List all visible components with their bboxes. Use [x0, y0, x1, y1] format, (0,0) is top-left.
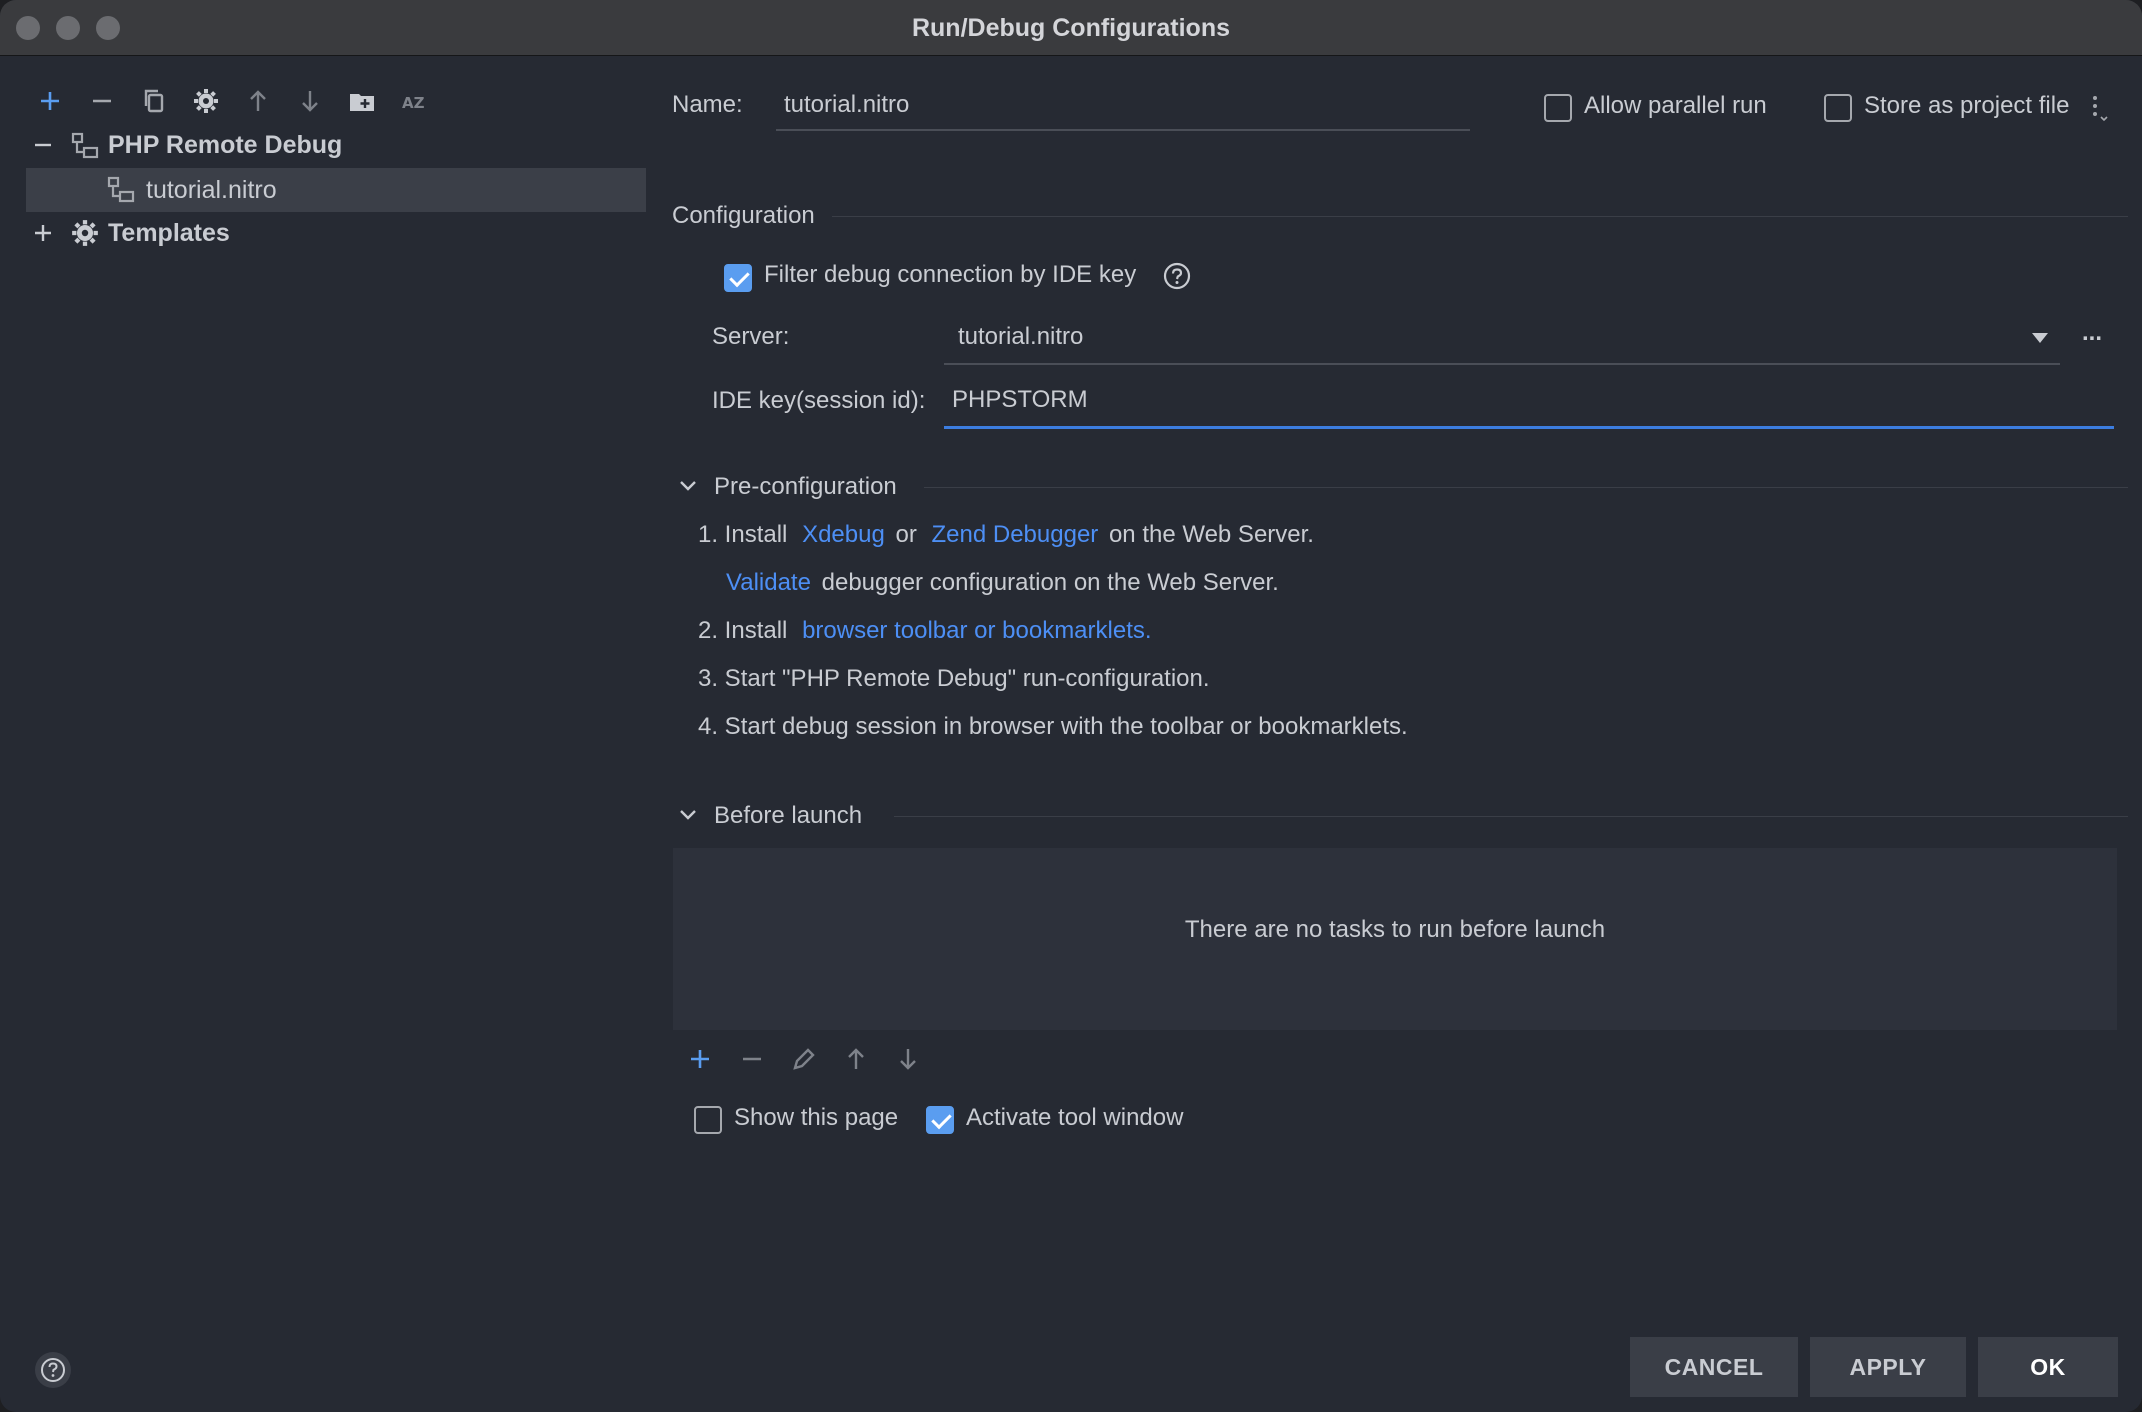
configuration-separator: [832, 216, 2128, 217]
collapse-icon[interactable]: [31, 133, 55, 157]
preconfig-step-2: 2. Install browser toolbar or bookmarkle…: [698, 617, 1152, 645]
before-launch-separator: [894, 816, 2128, 817]
configuration-title: Configuration: [672, 202, 815, 229]
ok-button[interactable]: OK: [1978, 1337, 2118, 1397]
sort-alpha-icon[interactable]: AZ: [396, 83, 432, 119]
apply-button[interactable]: APPLY: [1810, 1337, 1966, 1397]
add-icon[interactable]: [32, 83, 68, 119]
tree-group-php-remote-debug[interactable]: PHP Remote Debug: [0, 123, 650, 167]
before-launch-chevron-down-icon[interactable]: [678, 807, 698, 823]
more-options-icon[interactable]: [2090, 93, 2110, 123]
svg-text:AZ: AZ: [402, 94, 425, 112]
filter-ide-key-checkbox[interactable]: [724, 264, 752, 292]
move-down-icon[interactable]: [292, 83, 328, 119]
name-field-value: tutorial.nitro: [784, 91, 910, 118]
filter-ide-key-label: Filter debug connection by IDE key: [764, 261, 1137, 288]
templates-gear-icon: [72, 220, 98, 246]
before-launch-title: Before launch: [714, 802, 863, 829]
configuration-editor: Name: tutorial.nitro Allow parallel run …: [650, 57, 2142, 1412]
name-field[interactable]: tutorial.nitro: [776, 81, 1470, 131]
window-title: Run/Debug Configurations: [911, 14, 1231, 42]
cancel-button[interactable]: CANCEL: [1630, 1337, 1798, 1397]
empty-tasks-text: There are no tasks to run before launch: [1184, 916, 1606, 943]
preconfig-chevron-down-icon[interactable]: [678, 478, 698, 494]
move-up-icon[interactable]: [240, 83, 276, 119]
xdebug-link[interactable]: Xdebug: [802, 521, 885, 548]
php-remote-debug-icon: [71, 132, 99, 159]
preconfig-step-1: 1. Install Xdebug or Zend Debugger on th…: [698, 521, 1314, 549]
settings-icon[interactable]: [188, 83, 224, 119]
remove-task-icon[interactable]: [738, 1045, 766, 1073]
run-debug-dialog: Run/Debug Configurations AZ PHP Remote D…: [0, 0, 2142, 1412]
new-folder-icon[interactable]: [344, 83, 380, 119]
preconfig-step-3: 3. Start "PHP Remote Debug" run-configur…: [698, 665, 1210, 692]
ide-key-label: IDE key(session id):: [712, 387, 926, 414]
preconfig-title: Pre-configuration: [714, 473, 897, 500]
move-task-up-icon[interactable]: [842, 1045, 870, 1073]
add-task-icon[interactable]: [686, 1045, 714, 1073]
edit-task-icon[interactable]: [790, 1045, 818, 1073]
activate-tool-window-label: Activate tool window: [966, 1104, 1184, 1131]
preconfig-separator: [924, 487, 2128, 488]
ide-key-field[interactable]: PHPSTORM: [944, 373, 2114, 429]
tree-group-templates[interactable]: Templates: [0, 211, 650, 255]
tree-item-tutorial-nitro[interactable]: tutorial.nitro: [26, 168, 646, 212]
server-select[interactable]: tutorial.nitro: [944, 311, 2060, 365]
expand-icon[interactable]: [31, 221, 55, 245]
tree-item-label: tutorial.nitro: [146, 175, 277, 204]
activate-tool-window-checkbox[interactable]: [926, 1106, 954, 1134]
ide-key-value: PHPSTORM: [952, 385, 1088, 413]
zend-debugger-link[interactable]: Zend Debugger: [932, 521, 1099, 548]
tree-group-label: PHP Remote Debug: [108, 130, 343, 159]
browser-toolbar-link[interactable]: browser toolbar or bookmarklets.: [802, 617, 1151, 644]
title-bar: Run/Debug Configurations: [0, 0, 2142, 56]
store-project-label: Store as project file: [1864, 92, 2070, 119]
preconfig-step-4: 4. Start debug session in browser with t…: [698, 713, 1408, 740]
remove-icon[interactable]: [84, 83, 120, 119]
name-label: Name:: [672, 91, 743, 118]
configurations-sidebar: AZ PHP Remote Debug tutorial.nitro Templ…: [0, 57, 650, 1412]
show-page-checkbox[interactable]: [694, 1106, 722, 1134]
filter-help-icon[interactable]: [1162, 261, 1192, 291]
allow-parallel-label: Allow parallel run: [1584, 92, 1767, 119]
help-icon[interactable]: [34, 1351, 72, 1389]
server-browse-button[interactable]: ...: [2082, 319, 2102, 347]
step2-prefix: 2. Install: [698, 617, 788, 644]
store-project-checkbox[interactable]: [1824, 94, 1852, 122]
step1-prefix: 1. Install: [698, 521, 788, 548]
validate-text: debugger configuration on the Web Server…: [821, 569, 1279, 596]
server-select-value: tutorial.nitro: [958, 323, 1084, 350]
move-task-down-icon[interactable]: [894, 1045, 922, 1073]
step1-or: or: [895, 521, 917, 548]
allow-parallel-checkbox[interactable]: [1544, 94, 1572, 122]
validate-link[interactable]: Validate: [726, 569, 811, 596]
chevron-down-icon: [2032, 333, 2048, 343]
before-launch-task-list[interactable]: There are no tasks to run before launch: [673, 848, 2117, 1030]
copy-icon[interactable]: [136, 83, 172, 119]
step1-suffix: on the Web Server.: [1108, 521, 1314, 548]
php-remote-debug-icon: [107, 176, 135, 203]
preconfig-validate-line: Validate debugger configuration on the W…: [726, 569, 1279, 597]
server-label: Server:: [712, 323, 790, 350]
tree-templates-label: Templates: [108, 218, 230, 247]
show-page-label: Show this page: [734, 1104, 899, 1131]
